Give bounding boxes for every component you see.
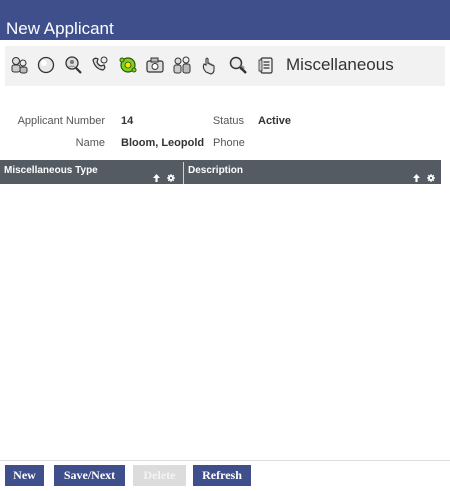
refresh-button[interactable]: Refresh xyxy=(193,465,251,486)
phone-icon[interactable] xyxy=(90,55,110,75)
phone-label: Phone xyxy=(213,137,245,149)
column-divider[interactable] xyxy=(183,162,184,184)
section-title: Miscellaneous xyxy=(286,55,394,74)
title-bar: New Applicant xyxy=(0,0,450,40)
save-next-button[interactable]: Save/Next xyxy=(54,465,125,486)
applicant-number-label: Applicant Number xyxy=(17,115,105,127)
window-title: New Applicant xyxy=(6,19,114,38)
delete-button[interactable]: Delete xyxy=(133,465,186,486)
column-header-description[interactable]: Description xyxy=(188,160,243,184)
column-settings-icon[interactable] xyxy=(167,169,175,187)
footer-divider xyxy=(0,460,450,461)
new-button[interactable]: New xyxy=(5,465,44,486)
name-value: Bloom, Leopold xyxy=(121,137,205,149)
sort-arrow-icon[interactable] xyxy=(153,169,160,187)
grid-header: Miscellaneous Type Description xyxy=(0,160,441,184)
sphere-icon[interactable] xyxy=(36,55,56,75)
status-value: Active xyxy=(258,115,292,127)
miscellaneous-icon[interactable] xyxy=(118,55,138,75)
name-label: Name xyxy=(75,137,105,149)
sort-arrow-icon[interactable] xyxy=(413,169,420,187)
column-header-miscellaneous-type[interactable]: Miscellaneous Type xyxy=(4,160,98,184)
hand-icon[interactable] xyxy=(200,55,220,75)
group-icon[interactable] xyxy=(172,55,192,75)
record-toolbar: Miscellaneous xyxy=(5,46,445,86)
applicant-icon[interactable] xyxy=(9,55,29,75)
camera-icon[interactable] xyxy=(145,55,165,75)
notes-icon[interactable] xyxy=(256,55,276,75)
magnify-icon[interactable] xyxy=(228,55,248,75)
column-settings-icon[interactable] xyxy=(427,169,435,187)
search-person-icon[interactable] xyxy=(63,55,83,75)
applicant-number-value: 14 xyxy=(121,115,134,127)
status-label: Status xyxy=(212,115,244,127)
